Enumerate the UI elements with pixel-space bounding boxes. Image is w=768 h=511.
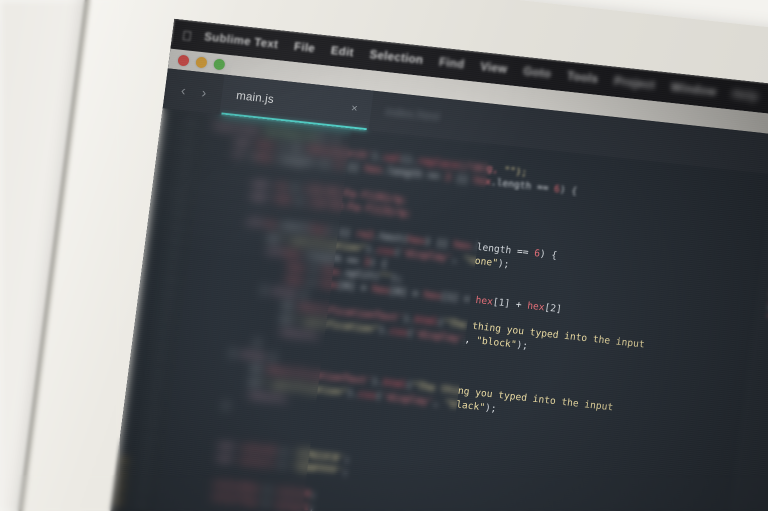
photo-scene:  Sublime Text File Edit Selection Find … <box>0 0 768 511</box>
screen-scanlines <box>97 18 768 511</box>
macbook-laptop:  Sublime Text File Edit Selection Find … <box>7 0 768 511</box>
laptop-screen:  Sublime Text File Edit Selection Find … <box>97 18 768 511</box>
